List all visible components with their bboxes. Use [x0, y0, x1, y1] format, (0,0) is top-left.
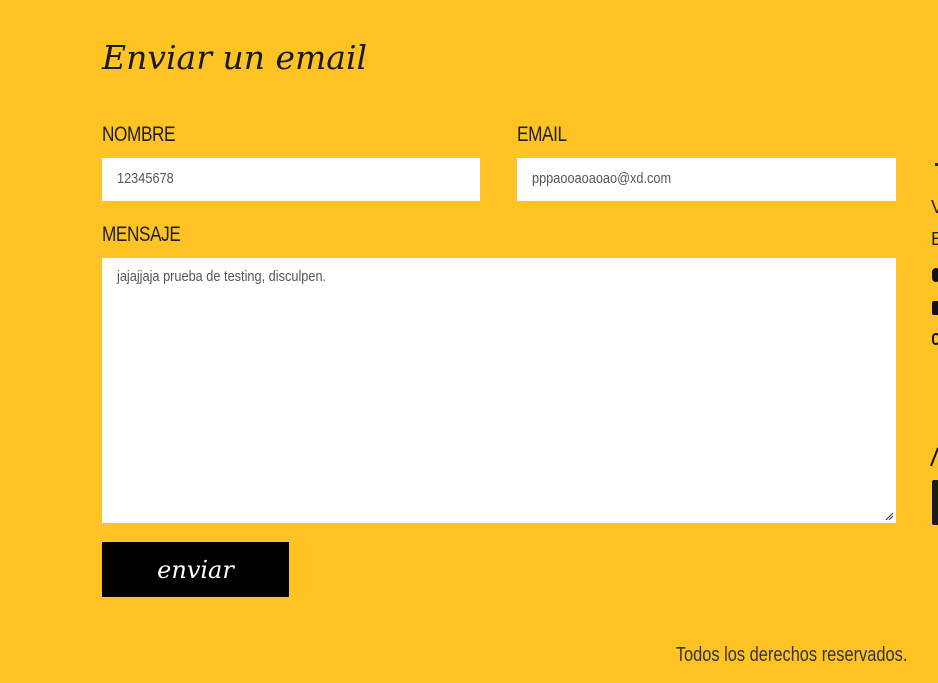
clipped-email-icon: [932, 333, 938, 345]
clipped-slash-icon: [930, 447, 938, 467]
clipped-phone-icon: [932, 301, 938, 315]
message-label: MENSAJE: [102, 223, 181, 246]
name-field-value: 12345678: [117, 170, 174, 187]
email-field-value: pppaooaoaoao@xd.com: [532, 170, 672, 187]
clipped-text-line-1: V: [931, 197, 938, 217]
resize-handle-icon[interactable]: [884, 511, 894, 521]
clipped-location-icon: [932, 268, 938, 282]
send-button[interactable]: enviar: [102, 542, 289, 597]
clipped-text-line-2: E: [931, 229, 938, 249]
email-label: EMAIL: [517, 123, 567, 146]
email-field[interactable]: pppaooaoaoao@xd.com: [517, 158, 896, 201]
copyright-text: Todos los derechos reservados.: [675, 644, 907, 666]
clipped-button[interactable]: [932, 480, 938, 525]
page-title: Enviar un email: [102, 38, 368, 77]
name-field[interactable]: 12345678: [102, 158, 480, 201]
message-textarea[interactable]: jajajjaja prueba de testing, disculpen.: [102, 258, 896, 523]
name-label: NOMBRE: [102, 123, 176, 146]
message-textarea-value: jajajjaja prueba de testing, disculpen.: [117, 268, 327, 285]
